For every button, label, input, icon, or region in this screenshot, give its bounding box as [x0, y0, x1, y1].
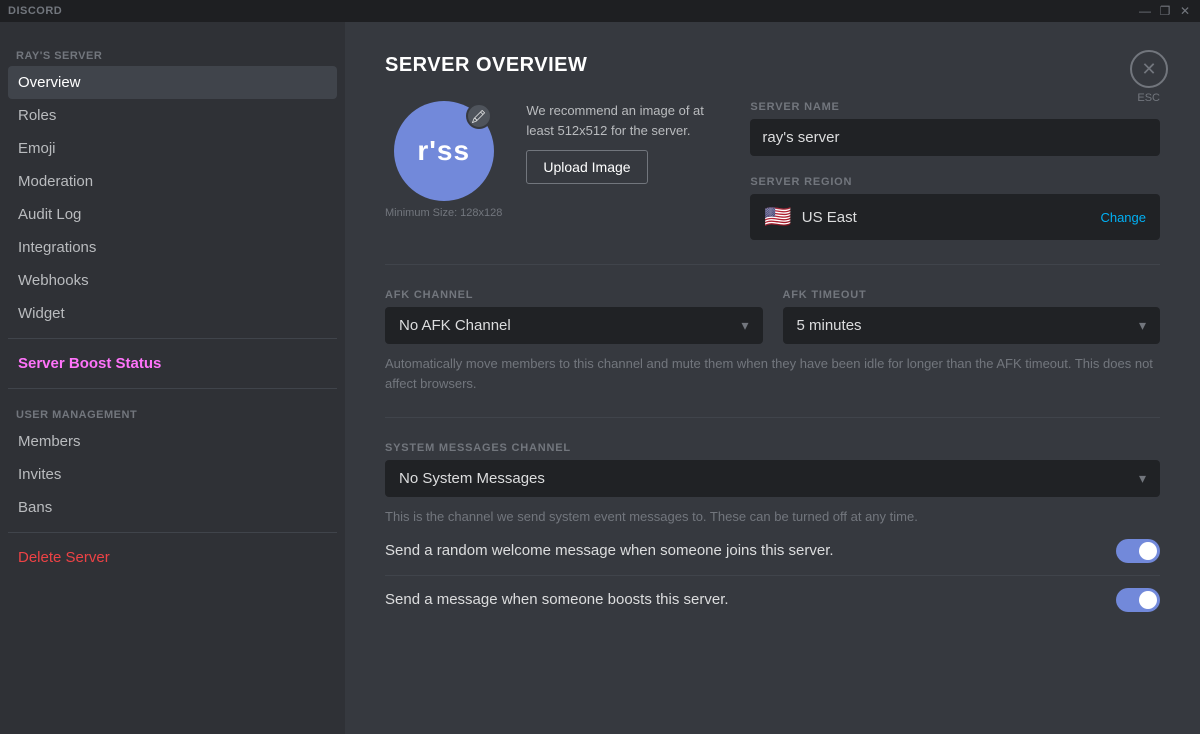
avatar-edit-button[interactable] [466, 103, 492, 129]
sidebar-item-delete-server[interactable]: Delete Server [8, 541, 337, 574]
sidebar-item-webhooks[interactable]: Webhooks [8, 264, 337, 297]
sidebar-divider-1 [8, 338, 337, 339]
server-region-field: SERVER REGION 🇺🇸 US East Change [750, 176, 1160, 240]
sidebar-divider-3 [8, 532, 337, 533]
sidebar: RAY'S SERVER Overview Roles Emoji Modera… [0, 22, 345, 734]
chevron-down-icon: ▾ [741, 317, 748, 334]
afk-channel-label: AFK CHANNEL [385, 289, 763, 301]
upload-area: We recommend an image of at least 512x51… [526, 101, 726, 184]
server-fields: SERVER NAME SERVER REGION 🇺🇸 US East Cha… [750, 101, 1160, 240]
sidebar-item-members[interactable]: Members [8, 425, 337, 458]
server-region-label: SERVER REGION [750, 176, 1160, 188]
sidebar-item-integrations[interactable]: Integrations [8, 231, 337, 264]
server-name-input[interactable] [750, 119, 1160, 156]
sidebar-divider-2 [8, 388, 337, 389]
window-close-button[interactable]: ✕ [1178, 4, 1192, 18]
toggle-row-1: Send a random welcome message when someo… [385, 527, 1160, 576]
sidebar-item-widget[interactable]: Widget [8, 297, 337, 330]
overview-top-row: r'ss Minimum Size: 128x128 We recommend … [385, 101, 1160, 240]
chevron-down-icon: ▾ [1139, 470, 1146, 487]
user-management-label: USER MANAGEMENT [8, 401, 337, 425]
afk-helper-text: Automatically move members to this chann… [385, 354, 1160, 393]
avatar-area: r'ss Minimum Size: 128x128 [385, 101, 502, 219]
system-messages-value: No System Messages [399, 470, 545, 487]
app-body: RAY'S SERVER Overview Roles Emoji Modera… [0, 22, 1200, 734]
sidebar-item-overview[interactable]: Overview [8, 66, 337, 99]
welcome-message-toggle[interactable] [1116, 539, 1160, 563]
titlebar: DISCORD — ❐ ✕ [0, 0, 1200, 22]
chevron-down-icon: ▾ [1139, 317, 1146, 334]
toggle1-text: Send a random welcome message when someo… [385, 542, 1116, 559]
sidebar-item-bans[interactable]: Bans [8, 491, 337, 524]
afk-timeout-col: AFK TIMEOUT 5 minutes ▾ [783, 289, 1161, 344]
esc-label: ESC [1137, 92, 1160, 104]
main-content: ✕ ESC SERVER OVERVIEW r'ss Minimum Size:… [345, 22, 1200, 734]
minimize-button[interactable]: — [1138, 4, 1152, 18]
afk-timeout-dropdown[interactable]: 5 minutes ▾ [783, 307, 1161, 344]
toggle-row-2: Send a message when someone boosts this … [385, 576, 1160, 624]
afk-timeout-label: AFK TIMEOUT [783, 289, 1161, 301]
server-name-label: SERVER NAME [750, 101, 1160, 113]
toggle2-text: Send a message when someone boosts this … [385, 591, 1116, 608]
modal-close-button[interactable]: ✕ [1130, 50, 1168, 88]
boost-message-toggle[interactable] [1116, 588, 1160, 612]
system-messages-label: SYSTEM MESSAGES CHANNEL [385, 442, 1160, 454]
upload-image-button[interactable]: Upload Image [526, 150, 647, 184]
us-flag-icon: 🇺🇸 [764, 204, 791, 230]
page-title: SERVER OVERVIEW [385, 54, 1160, 77]
sidebar-item-moderation[interactable]: Moderation [8, 165, 337, 198]
avatar-min-size-label: Minimum Size: 128x128 [385, 207, 502, 219]
sidebar-item-audit-log[interactable]: Audit Log [8, 198, 337, 231]
sidebar-item-boost[interactable]: Server Boost Status [8, 347, 337, 380]
region-name: US East [802, 209, 857, 226]
server-name-field: SERVER NAME [750, 101, 1160, 156]
avatar-wrapper: r'ss [394, 101, 494, 201]
afk-row: AFK CHANNEL No AFK Channel ▾ AFK TIMEOUT… [385, 289, 1160, 344]
maximize-button[interactable]: ❐ [1158, 4, 1172, 18]
system-helper-text: This is the channel we send system event… [385, 507, 1160, 527]
server-section-label: RAY'S SERVER [8, 42, 337, 66]
afk-channel-col: AFK CHANNEL No AFK Channel ▾ [385, 289, 763, 344]
region-selector[interactable]: 🇺🇸 US East Change [750, 194, 1160, 240]
afk-timeout-value: 5 minutes [797, 317, 862, 334]
recommend-text: We recommend an image of at least 512x51… [526, 101, 726, 140]
pencil-icon [472, 110, 485, 123]
change-region-button[interactable]: Change [1100, 210, 1146, 225]
system-messages-dropdown[interactable]: No System Messages ▾ [385, 460, 1160, 497]
app-title: DISCORD [8, 5, 62, 17]
sidebar-item-emoji[interactable]: Emoji [8, 132, 337, 165]
afk-channel-value: No AFK Channel [399, 317, 511, 334]
afk-channel-dropdown[interactable]: No AFK Channel ▾ [385, 307, 763, 344]
window-controls: — ❐ ✕ [1138, 4, 1192, 18]
divider-1 [385, 264, 1160, 265]
divider-2 [385, 417, 1160, 418]
sidebar-item-roles[interactable]: Roles [8, 99, 337, 132]
sidebar-item-invites[interactable]: Invites [8, 458, 337, 491]
